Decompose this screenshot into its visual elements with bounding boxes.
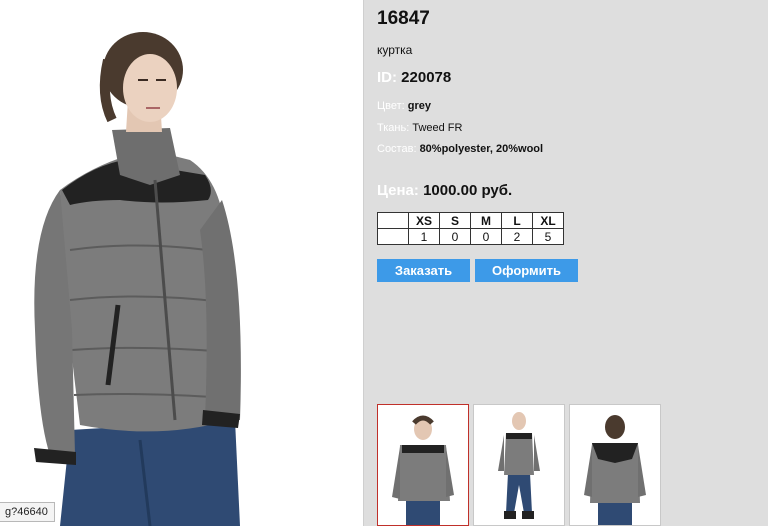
size-quantity: 2 (501, 228, 533, 245)
color-value: grey (407, 100, 432, 112)
fabric-attribute: Ткань: Tweed FR (377, 122, 462, 134)
order-button[interactable]: Заказать (377, 259, 470, 282)
size-quantity-row: 1 0 0 2 5 (377, 228, 564, 245)
size-header: M (470, 212, 502, 229)
price-value: 1000.00 руб. (423, 182, 513, 199)
model-figure-image (34, 32, 241, 526)
composition-value: 80%polyester, 20%wool (419, 143, 544, 155)
size-quantity: 0 (439, 228, 471, 245)
thumbnail-full-length[interactable] (473, 404, 565, 526)
product-id-row: ID: 220078 (377, 69, 451, 86)
product-info-panel: 16847 куртка ID: 220078 Цвет: grey Ткань… (363, 0, 769, 526)
thumbnail-front-image (392, 415, 454, 525)
fabric-label: Ткань: (377, 122, 410, 134)
size-header-row: XS S M L XL (377, 212, 564, 229)
color-attribute: Цвет: grey (377, 100, 431, 112)
composition-label: Состав: (377, 143, 417, 155)
status-url-tooltip: g?46640 (0, 502, 55, 522)
size-header: L (501, 212, 533, 229)
thumbnail-full-length-image (498, 412, 540, 519)
product-id-label: ID: (377, 69, 397, 86)
thumbnail-front[interactable] (377, 404, 469, 526)
fabric-value: Tweed FR (412, 122, 463, 134)
size-quantity: 0 (470, 228, 502, 245)
size-quantity: 1 (408, 228, 440, 245)
product-id-value: 220078 (401, 69, 452, 86)
size-header: XS (408, 212, 440, 229)
size-table-corner (377, 212, 409, 229)
product-number: 16847 (377, 8, 430, 29)
size-table-corner (377, 228, 409, 245)
composition-attribute: Состав: 80%polyester, 20%wool (377, 143, 543, 155)
size-table: XS S M L XL 1 0 0 2 5 (377, 212, 564, 245)
main-product-photo[interactable] (0, 0, 363, 526)
size-header: S (439, 212, 471, 229)
size-header: XL (532, 212, 564, 229)
checkout-button[interactable]: Оформить (475, 259, 578, 282)
price-label: Цена: (377, 182, 419, 199)
thumbnail-back-image (584, 415, 646, 525)
thumbnail-back[interactable] (569, 404, 661, 526)
color-label: Цвет: (377, 100, 405, 112)
price-row: Цена: 1000.00 руб. (377, 182, 512, 199)
size-quantity: 5 (532, 228, 564, 245)
product-type: куртка (377, 43, 413, 57)
